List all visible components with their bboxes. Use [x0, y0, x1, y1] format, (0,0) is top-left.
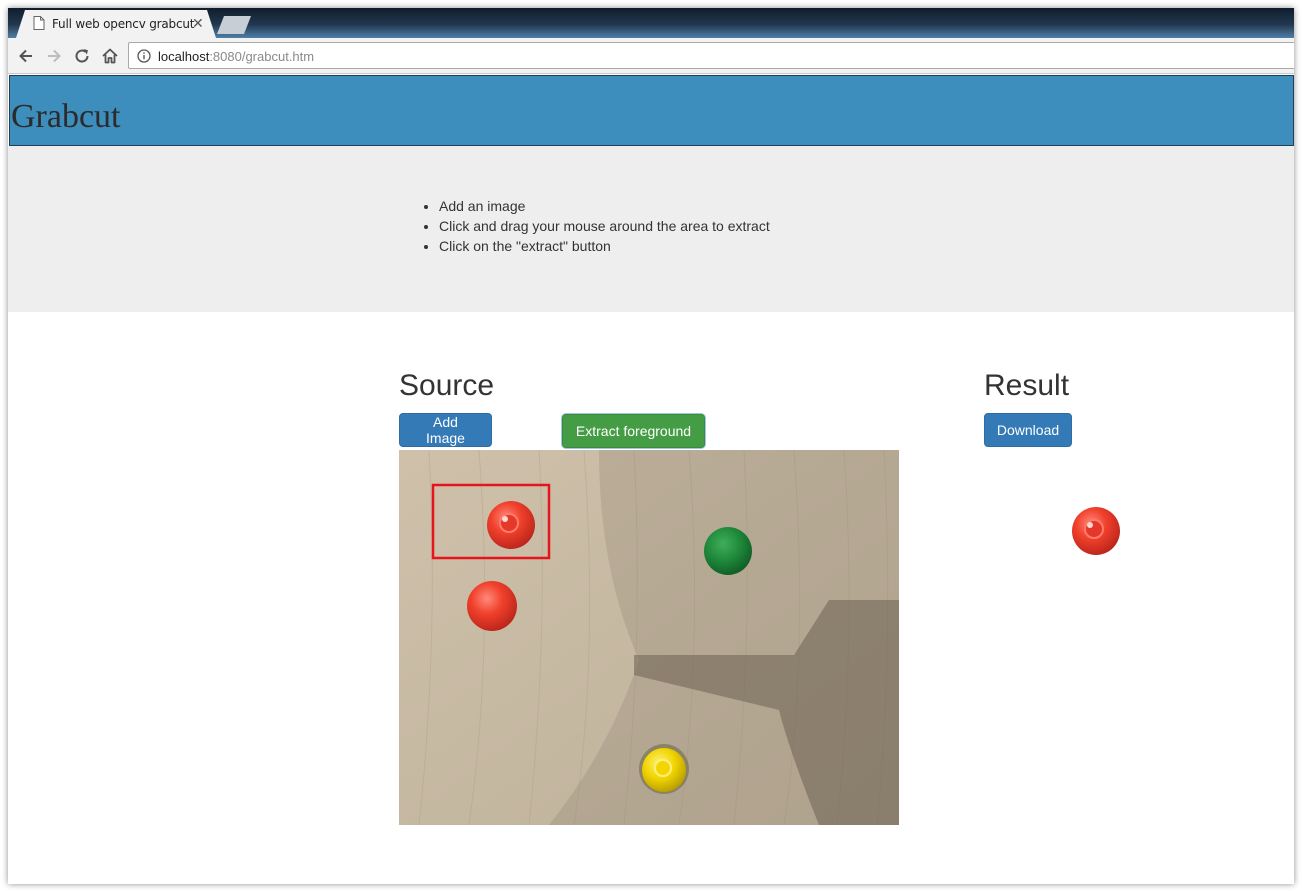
page-viewport: Grabcut Add an image Click and drag your…: [8, 75, 1294, 884]
page-title: Grabcut: [11, 98, 121, 135]
yellow-ball: [639, 744, 689, 794]
add-image-button[interactable]: Add Image: [399, 413, 492, 447]
tab-close-icon[interactable]: ✕: [192, 16, 204, 30]
url-host: localhost: [158, 49, 210, 64]
download-button[interactable]: Download: [984, 413, 1072, 447]
tab-strip: Full web opencv grabcut ✕: [8, 8, 1294, 38]
reload-icon[interactable]: [72, 46, 92, 66]
info-icon[interactable]: [137, 49, 151, 63]
browser-window: Full web opencv grabcut ✕ localhost:8080…: [8, 8, 1294, 884]
green-ball: [704, 527, 752, 575]
source-image-canvas[interactable]: [399, 450, 899, 825]
instruction-item: Click and drag your mouse around the are…: [439, 216, 770, 236]
instructions-list: Add an image Click and drag your mouse a…: [439, 196, 770, 256]
page-header: Grabcut: [9, 75, 1294, 146]
home-icon[interactable]: [100, 46, 120, 66]
page-icon: [33, 16, 45, 30]
result-image-canvas: [1072, 507, 1120, 555]
extracted-red-ball: [1072, 507, 1120, 555]
back-arrow-icon[interactable]: [16, 46, 36, 66]
forward-arrow-icon[interactable]: [44, 46, 64, 66]
extract-foreground-button[interactable]: Extract foreground: [562, 414, 705, 448]
browser-toolbar: localhost:8080/grabcut.htm: [8, 38, 1294, 74]
new-tab-button[interactable]: [217, 16, 251, 34]
red-ball-selected: [487, 501, 535, 549]
instruction-item: Click on the "extract" button: [439, 236, 770, 256]
instructions-panel: Add an image Click and drag your mouse a…: [8, 146, 1294, 312]
result-heading: Result: [984, 369, 1070, 402]
url-path: :8080/grabcut.htm: [209, 49, 315, 64]
red-ball: [467, 581, 517, 631]
instruction-item: Add an image: [439, 196, 770, 216]
address-bar[interactable]: localhost:8080/grabcut.htm: [128, 42, 1294, 69]
tab-title: Full web opencv grabcut: [52, 17, 195, 31]
url-text[interactable]: localhost:8080/grabcut.htm: [158, 49, 314, 64]
source-heading: Source: [399, 369, 495, 402]
